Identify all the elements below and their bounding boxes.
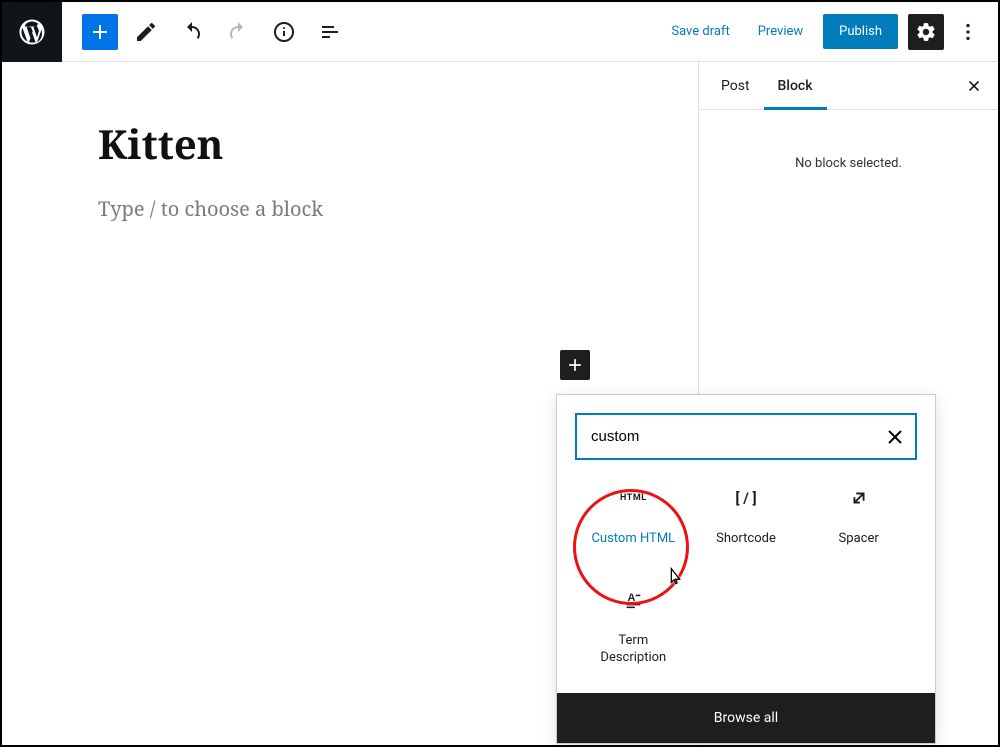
block-tile-shortcode[interactable]: [ / ] Shortcode	[690, 478, 803, 554]
tab-block[interactable]: Block	[764, 62, 827, 110]
tile-label: Custom HTML	[591, 530, 675, 548]
more-options-icon[interactable]	[950, 14, 986, 50]
outline-icon[interactable]	[312, 14, 348, 50]
wordpress-logo[interactable]	[2, 2, 62, 62]
editor-toolbar: Save draft Preview Publish	[2, 2, 998, 62]
tab-post[interactable]: Post	[707, 62, 764, 110]
close-sidebar-icon[interactable]	[958, 70, 990, 102]
preview-button[interactable]: Preview	[744, 16, 817, 47]
block-tile-custom-html[interactable]: HTML Custom HTML	[577, 478, 690, 554]
add-block-button[interactable]	[82, 14, 118, 50]
tile-label: Shortcode	[716, 530, 776, 548]
spacer-icon	[845, 484, 873, 512]
block-tile-spacer[interactable]: Spacer	[802, 478, 915, 554]
block-inserter-popover: HTML Custom HTML [ / ] Shortcode Spacer …	[556, 394, 936, 744]
info-icon[interactable]	[266, 14, 302, 50]
redo-icon	[220, 14, 256, 50]
inline-inserter-toggle[interactable]	[560, 350, 590, 380]
post-title[interactable]: Kitten	[98, 116, 602, 171]
tile-label: Term Description	[593, 632, 673, 667]
browse-all-button[interactable]: Browse all	[557, 693, 935, 743]
html-icon: HTML	[619, 484, 647, 512]
inserter-search	[575, 413, 917, 460]
inserter-search-input[interactable]	[575, 413, 917, 460]
publish-button[interactable]: Publish	[823, 14, 898, 49]
workspace: Kitten Type / to choose a block HTML Cus…	[2, 62, 998, 745]
block-tile-term-description[interactable]: A Term Description	[577, 580, 690, 673]
editor-canvas[interactable]: Kitten Type / to choose a block HTML Cus…	[2, 62, 698, 745]
shortcode-icon: [ / ]	[732, 484, 760, 512]
svg-text:A: A	[628, 591, 636, 603]
clear-search-icon[interactable]	[883, 425, 907, 449]
term-description-icon: A	[619, 586, 647, 614]
block-placeholder[interactable]: Type / to choose a block	[98, 195, 602, 222]
settings-button[interactable]	[908, 14, 944, 50]
save-draft-button[interactable]: Save draft	[657, 16, 743, 47]
undo-icon[interactable]	[174, 14, 210, 50]
tile-label: Spacer	[839, 530, 879, 548]
edit-mode-icon[interactable]	[128, 14, 164, 50]
no-block-selected-msg: No block selected.	[699, 110, 998, 217]
sidebar-tabs: Post Block	[699, 62, 998, 110]
inserter-results-grid: HTML Custom HTML [ / ] Shortcode Spacer …	[557, 478, 935, 693]
